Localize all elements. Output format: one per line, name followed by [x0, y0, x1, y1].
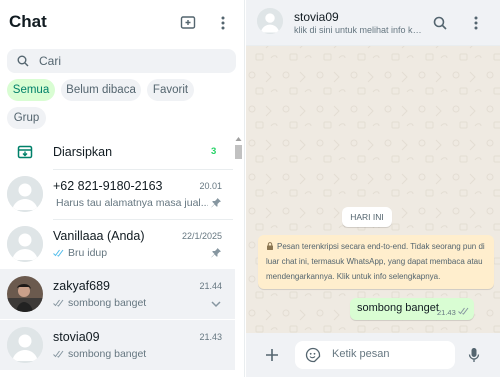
chat-preview: sombong banget — [53, 348, 208, 360]
chat-preview-text: sombong banget — [68, 297, 147, 309]
chat-time: 21.43 — [199, 332, 222, 342]
archive-icon — [17, 144, 33, 160]
date-separator: HARI INI — [342, 207, 392, 227]
pin-icon — [210, 197, 222, 209]
filter-chip-all[interactable]: Semua — [7, 79, 55, 101]
chat-list-item[interactable]: zakyaf689 21.44 sombong banget — [0, 269, 235, 319]
chat-time: 21.44 — [199, 281, 222, 291]
contact-avatar[interactable] — [257, 8, 283, 34]
chat-wallpaper — [246, 0, 500, 377]
panel-title: Chat — [9, 12, 47, 31]
chevron-down-icon[interactable] — [210, 299, 222, 311]
chat-preview: Bru idup — [53, 247, 208, 259]
scrollbar-thumb[interactable] — [235, 145, 242, 159]
scroll-up-icon[interactable] — [234, 135, 243, 143]
microphone-icon[interactable] — [464, 345, 484, 365]
scrollbar[interactable] — [234, 134, 243, 377]
attach-plus-icon[interactable] — [262, 345, 282, 365]
double-check-icon — [53, 350, 64, 358]
encryption-notice[interactable]: Pesan terenkripsi secara end-to-end. Tid… — [258, 235, 494, 289]
chat-list-panel: Chat Cari Semua Belum dibaca Favorit Gru… — [0, 0, 245, 377]
contact-name: stovia09 — [294, 10, 339, 24]
message-composer: Ketik pesan — [246, 333, 500, 377]
conversation-header[interactable]: stovia09 klik di sini untuk melihat info… — [246, 0, 500, 46]
filter-chip-groups[interactable]: Grup — [7, 107, 46, 129]
chat-list-item[interactable]: Vanillaaa (Anda) 22/1/2025 Bru idup — [0, 219, 235, 269]
chat-preview: Harus tau alamatnya masa jual... — [53, 197, 208, 209]
chat-name: Vanillaaa (Anda) — [53, 229, 145, 243]
chat-preview-text: Harus tau alamatnya masa jual... — [56, 197, 208, 209]
outgoing-message[interactable]: sombong banget 21.43 — [350, 298, 474, 320]
search-icon — [7, 49, 39, 73]
chat-preview: sombong banget — [53, 297, 208, 309]
avatar — [7, 327, 43, 363]
chat-list-header: Chat — [0, 0, 245, 46]
chat-time: 20.01 — [199, 181, 222, 191]
archived-label: Diarsipkan — [53, 145, 113, 159]
contact-subtitle: klik di sini untuk melihat info kontak — [294, 25, 422, 35]
composer-placeholder: Ketik pesan — [332, 348, 390, 360]
chat-name: +62 821-9180-2163 — [53, 179, 163, 193]
search-input[interactable]: Cari — [7, 49, 236, 73]
message-text: sombong banget — [357, 302, 439, 314]
chat-list-item[interactable]: +62 821-9180-2163 20.01 Harus tau alamat… — [0, 169, 235, 219]
emoji-sticker-icon[interactable] — [303, 345, 323, 365]
chat-name: zakyaf689 — [53, 279, 110, 293]
double-check-icon — [53, 299, 64, 307]
conversation-panel: stovia09 klik di sini untuk melihat info… — [246, 0, 500, 377]
search-placeholder: Cari — [39, 54, 62, 68]
chat-list-item[interactable]: stovia09 21.43 sombong banget — [0, 320, 235, 370]
chat-preview-text: Bru idup — [68, 247, 108, 259]
menu-icon[interactable] — [466, 13, 486, 33]
double-check-icon — [458, 307, 469, 315]
pin-icon — [210, 247, 222, 259]
archived-count: 3 — [211, 146, 217, 157]
message-time: 21.43 — [437, 308, 456, 317]
avatar — [7, 176, 43, 212]
double-check-icon — [53, 249, 64, 257]
new-chat-icon[interactable] — [178, 13, 198, 33]
filter-chip-unread[interactable]: Belum dibaca — [61, 79, 141, 101]
lock-icon — [267, 242, 273, 250]
chat-time: 22/1/2025 — [181, 231, 222, 241]
chat-name: stovia09 — [53, 330, 100, 344]
chat-preview-text: sombong banget — [68, 348, 147, 360]
menu-icon[interactable] — [213, 13, 233, 33]
encryption-text: Pesan terenkripsi secara end-to-end. Tid… — [266, 242, 485, 281]
avatar — [7, 226, 43, 262]
filter-chip-favorites[interactable]: Favorit — [147, 79, 194, 101]
search-icon[interactable] — [430, 13, 450, 33]
avatar — [7, 276, 43, 312]
archived-row[interactable]: Diarsipkan 3 — [0, 138, 235, 166]
